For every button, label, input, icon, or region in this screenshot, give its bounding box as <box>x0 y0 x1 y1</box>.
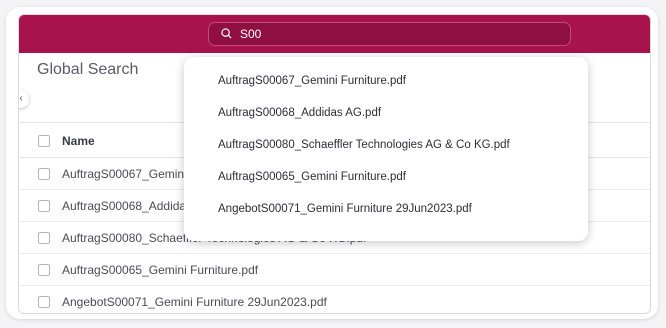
search-suggestions-dropdown: AuftragS00067_Gemini Furniture.pdf Auftr… <box>184 57 588 241</box>
top-bar <box>19 15 650 53</box>
suggestion-item[interactable]: AuftragS00068_Addidas AG.pdf <box>218 107 381 125</box>
name-column-header[interactable]: Name <box>62 134 95 148</box>
suggestion-item[interactable]: AuftragS00065_Gemini Furniture.pdf <box>218 171 406 189</box>
search-input[interactable] <box>240 25 540 43</box>
suggestion-item[interactable]: AngebotS00071_Gemini Furniture 29Jun2023… <box>218 203 472 221</box>
suggestion-item[interactable]: AuftragS00080_Schaeffler Technologies AG… <box>218 139 510 157</box>
search-icon <box>221 28 232 39</box>
table-row[interactable]: AngebotS00071_Gemini Furniture 29Jun2023… <box>19 286 650 313</box>
table-row[interactable]: AuftragS00065_Gemini Furniture.pdf <box>19 254 650 286</box>
select-all-checkbox[interactable] <box>38 135 50 147</box>
row-file-name[interactable]: AuftragS00065_Gemini Furniture.pdf <box>62 263 258 277</box>
suggestion-item[interactable]: AuftragS00067_Gemini Furniture.pdf <box>218 75 406 93</box>
page-title: Global Search <box>37 61 139 78</box>
row-checkbox[interactable] <box>38 200 50 212</box>
collapse-sidebar-button[interactable]: ‹ <box>19 90 29 108</box>
row-checkbox[interactable] <box>38 264 50 276</box>
row-file-name[interactable]: AngebotS00071_Gemini Furniture 29Jun2023… <box>62 295 327 309</box>
search-box[interactable] <box>208 22 571 46</box>
row-checkbox[interactable] <box>38 232 50 244</box>
row-checkbox[interactable] <box>38 296 50 308</box>
row-checkbox[interactable] <box>38 168 50 180</box>
